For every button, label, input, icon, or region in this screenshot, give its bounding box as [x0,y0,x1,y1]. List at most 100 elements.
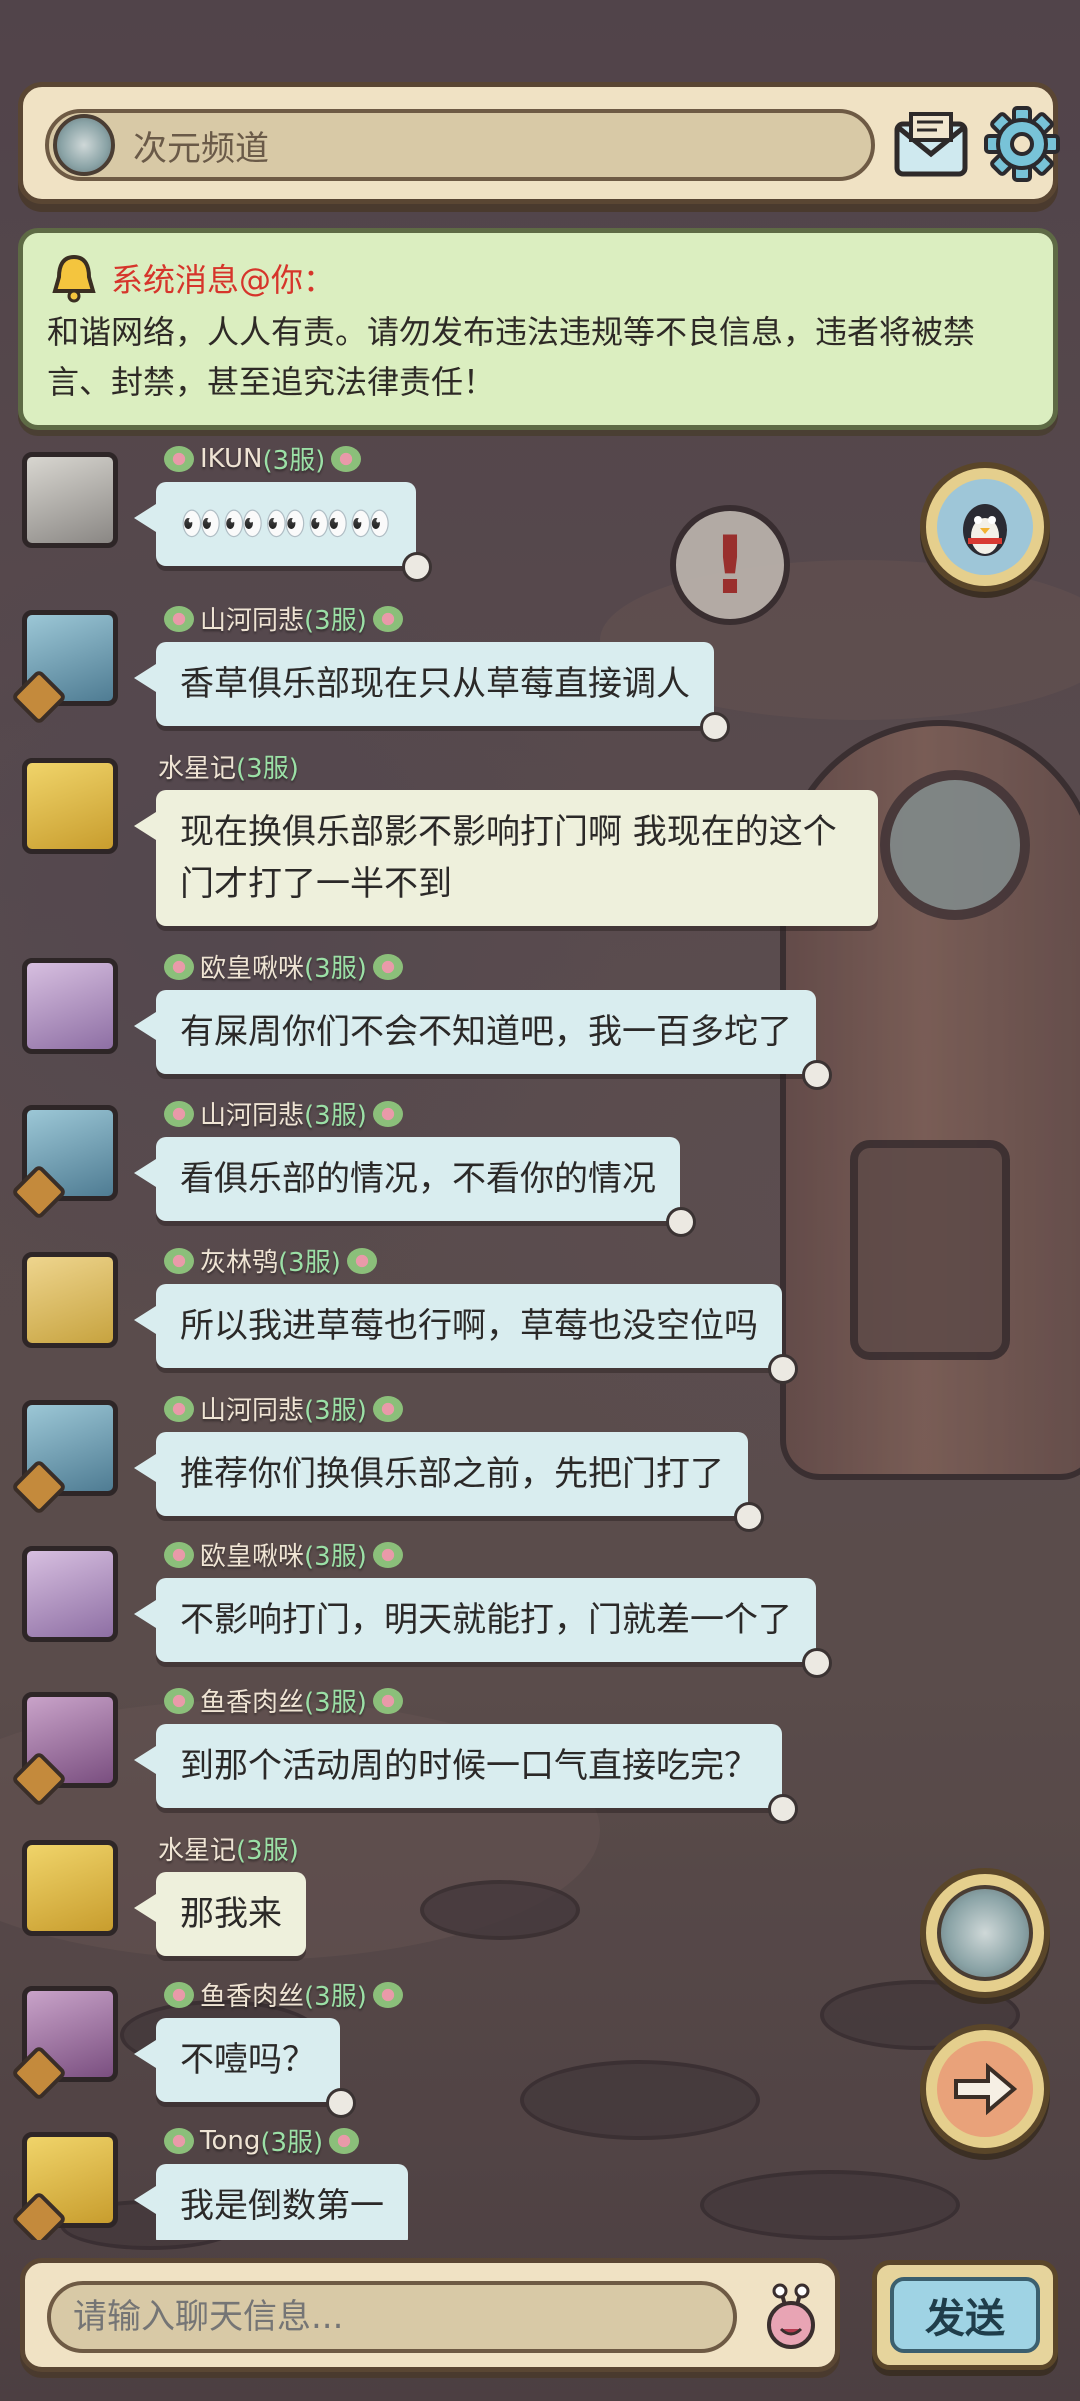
avatar[interactable] [10,1400,118,1516]
flower-icon [164,1981,194,2008]
settings-button[interactable] [981,103,1063,185]
emoji-button[interactable] [751,2277,831,2357]
message-bubble[interactable]: 不影响打门，明天就能打，门就差一个了 [134,1578,832,1678]
next-button[interactable] [920,2024,1050,2154]
message-bubble[interactable]: 有屎周你们不会不知道吧，我一百多坨了 [134,990,832,1090]
flower-icon [372,1541,403,1568]
flower-icon [372,1100,403,1127]
channel-header: 次元频道 [18,82,1060,204]
penguin-button[interactable] [920,462,1050,592]
message-text: 现在换俱乐部影不影响打门啊 我现在的这个门才打了一半不到 [180,812,837,904]
channel-switch-button[interactable] [920,1868,1050,1998]
message-bubble[interactable]: 那我来 [134,1872,306,1956]
avatar[interactable] [22,1252,118,1348]
snail-icon [326,2088,356,2118]
avatar[interactable] [10,1105,118,1221]
avatar[interactable] [22,1840,118,1936]
flower-icon [164,445,194,472]
message-text: 香草俱乐部现在只从草莓直接调人 [180,664,690,704]
flower-icon [164,1247,194,1274]
message-text: 看俱乐部的情况，不看你的情况 [180,1159,656,1199]
flower-icon [164,953,194,980]
server-tag: (3服) [304,1688,367,1718]
flower-icon [372,953,403,980]
snail-icon [802,1060,832,1090]
flower-icon [164,1100,194,1127]
send-label: 发送 [890,2277,1040,2353]
message-text: 不影响打门，明天就能打，门就差一个了 [180,1600,792,1640]
snail-icon [768,1354,798,1384]
rank-badge-icon [10,1458,68,1516]
avatar[interactable] [22,758,118,854]
message-text: 那我来 [180,1894,282,1934]
planet-icon [53,114,115,176]
avatar[interactable] [22,1546,118,1642]
message-bubble[interactable]: 到那个活动周的时候一口气直接吃完？ [134,1724,798,1824]
mail-button[interactable] [891,105,971,185]
notice-title: 系统消息@你： [111,261,336,299]
message-text: 有屎周你们不会不知道吧，我一百多坨了 [180,1012,792,1052]
flower-icon [372,1981,403,2008]
server-tag: (3服) [262,446,326,476]
message-bubble[interactable]: 推荐你们换俱乐部之前，先把门打了 [134,1432,764,1532]
message-text: 所以我进草莓也行啊，草莓也没空位吗 [180,1306,758,1346]
rank-badge-icon [10,2044,68,2102]
flower-icon [372,1687,403,1714]
message-text: 👀👀👀👀👀 [180,504,392,544]
message-text: 不噎吗？ [180,2040,316,2080]
snail-icon [767,2283,815,2349]
rank-badge-icon [10,2190,68,2240]
sender-name: 山河同悲 [200,1101,305,1131]
chat-input[interactable] [47,2281,737,2353]
sender-name: 水星记 [158,1836,237,1866]
rank-badge-icon [10,668,68,726]
flower-icon [372,1395,403,1422]
rank-badge-icon [10,1750,68,1808]
avatar[interactable] [10,610,118,726]
chat-list[interactable]: IKUN (3服) 👀👀👀👀👀 山河同悲 (3服) 香草俱乐部现在只从草莓直接调… [0,440,1080,2240]
server-tag: (3服) [304,954,367,984]
server-tag: (3服) [278,1248,341,1278]
flower-icon [329,2127,360,2154]
avatar[interactable] [10,2132,118,2240]
message-bubble[interactable]: 看俱乐部的情况，不看你的情况 [134,1137,696,1237]
message-bubble[interactable]: 不噎吗？ [134,2018,356,2118]
message-text: 推荐你们换俱乐部之前，先把门打了 [180,1454,724,1494]
notice-body: 和谐网络，人人有责。请勿发布违法违规等不良信息，违者将被禁言、封禁，甚至追究法律… [47,313,976,401]
snail-icon [768,1794,798,1824]
sender-name: 灰林鸮 [200,1248,279,1278]
sender-name: 欧皇啾咪 [200,1542,305,1572]
server-tag: (3服) [236,1836,299,1866]
planet-icon [937,1885,1033,1981]
mail-icon [894,112,968,177]
server-tag: (3服) [304,606,367,636]
sender-name: 鱼香肉丝 [200,1982,305,2012]
message-bubble[interactable]: 我是倒数第一 [134,2164,408,2240]
system-notice: 系统消息@你： 和谐网络，人人有责。请勿发布违法违规等不良信息，违者将被禁言、封… [18,228,1058,430]
bell-icon [52,254,96,303]
avatar[interactable] [22,452,118,548]
snail-icon [666,1207,696,1237]
message-bubble[interactable]: 香草俱乐部现在只从草莓直接调人 [134,642,730,742]
server-tag: (3服) [304,1396,367,1426]
input-bar [20,2258,840,2372]
flower-icon [331,445,362,472]
rank-badge-icon [10,1163,68,1221]
avatar[interactable] [22,958,118,1054]
avatar[interactable] [10,1692,118,1808]
flower-icon [346,1247,377,1274]
channel-selector[interactable]: 次元频道 [45,109,875,181]
send-button[interactable]: 发送 [872,2260,1058,2370]
message-bubble[interactable]: 所以我进草莓也行啊，草莓也没空位吗 [134,1284,798,1384]
server-tag: (3服) [304,1982,367,2012]
message-bubble[interactable]: 👀👀👀👀👀 [134,482,432,582]
message-bubble[interactable]: 现在换俱乐部影不影响打门啊 我现在的这个门才打了一半不到 [134,790,878,926]
server-tag: (3服) [236,754,299,784]
sender-name: 欧皇啾咪 [200,954,305,984]
snail-icon [802,1648,832,1678]
avatar[interactable] [10,1986,118,2102]
snail-icon [700,712,730,742]
server-tag: (3服) [260,2128,324,2158]
channel-name: 次元频道 [133,128,269,169]
server-tag: (3服) [304,1101,367,1131]
